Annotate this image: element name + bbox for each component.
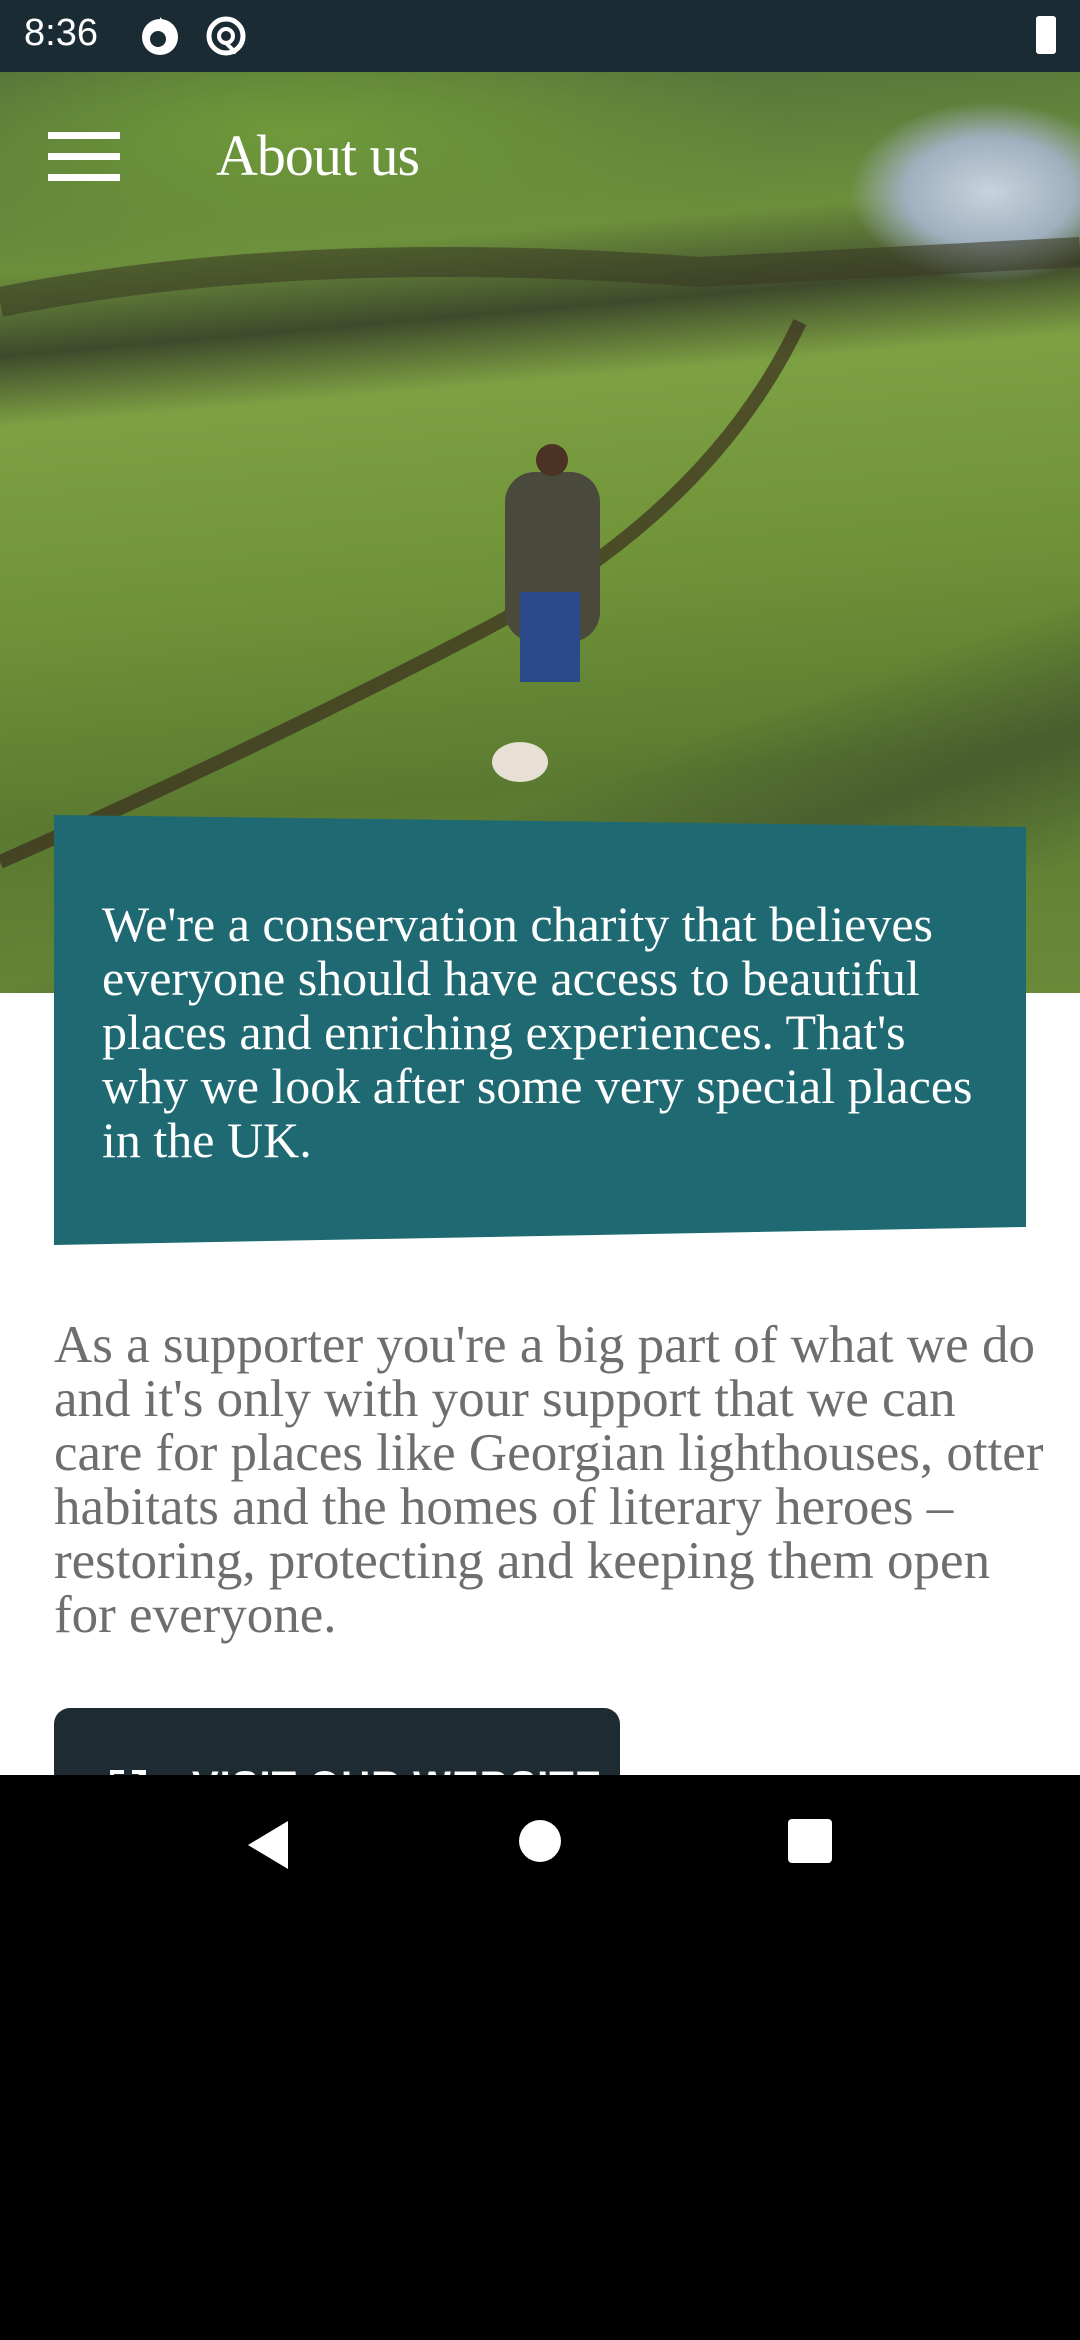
body-text: As a supporter you're a big part of what…	[54, 1316, 1044, 1644]
callout-text: We're a conservation charity that believ…	[102, 896, 973, 1168]
external-link-icon	[110, 1770, 146, 1775]
hamburger-menu-icon[interactable]	[48, 132, 120, 182]
recents-icon[interactable]	[788, 1819, 832, 1863]
at-sign-icon	[206, 16, 246, 56]
about-screen: About us We're a conservation charity th…	[0, 72, 1080, 1775]
mission-callout: We're a conservation charity that believ…	[54, 815, 1026, 1245]
navigation-bar	[0, 1775, 1080, 2340]
home-icon[interactable]	[518, 1819, 562, 1863]
status-time: 8:36	[24, 12, 98, 54]
back-icon[interactable]	[244, 1819, 292, 1871]
visit-website-button[interactable]: VISIT OUR WEBSITE	[54, 1708, 620, 1775]
status-bar: 8:36	[0, 0, 1080, 72]
firefox-icon	[142, 17, 178, 55]
button-label: VISIT OUR WEBSITE	[192, 1764, 602, 1775]
battery-charging-icon	[1036, 16, 1056, 54]
page-title: About us	[216, 123, 420, 188]
